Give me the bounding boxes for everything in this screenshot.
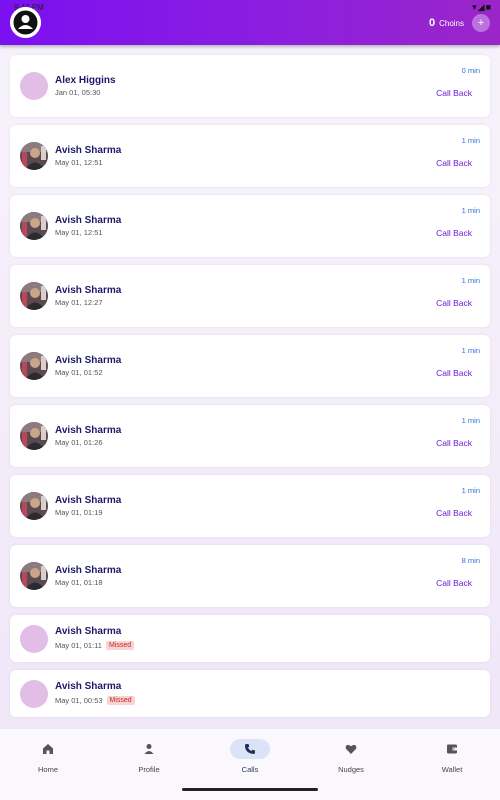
coins-balance: 0 Choins + (429, 13, 490, 33)
caller-name: Avish Sharma (55, 565, 122, 576)
call-duration: 1 min (461, 416, 480, 425)
call-duration: 1 min (461, 276, 480, 285)
call-timestamp: May 01, 01:26 (55, 438, 103, 447)
call-timestamp: May 01, 12:27 (55, 298, 103, 307)
call-back-button[interactable]: Call Back (436, 298, 472, 308)
call-card[interactable]: Avish Sharma May 01, 01:26 1 min Call Back (10, 405, 490, 467)
call-card[interactable]: Avish Sharma May 01, 01:19 1 min Call Back (10, 475, 490, 537)
call-card[interactable]: Avish Sharma May 01, 12:27 1 min Call Back (10, 265, 490, 327)
call-timestamp-row: May 01, 12:51 (55, 228, 103, 237)
home-icon (28, 739, 68, 759)
caller-avatar (20, 72, 48, 100)
nav-label-wallet: Wallet (441, 765, 463, 774)
coins-label: Choins (439, 18, 464, 28)
heart-icon (331, 739, 371, 759)
caller-name: Avish Sharma (55, 355, 122, 366)
wallet-icon (432, 739, 472, 759)
person-icon (129, 739, 169, 759)
call-timestamp: Jan 01, 05:30 (55, 88, 101, 97)
coins-count: 0 (428, 17, 436, 29)
home-indicator (182, 788, 318, 791)
nav-item-wallet[interactable]: Wallet (402, 739, 500, 779)
nav-label-home: Home (37, 765, 58, 774)
call-card[interactable]: Avish Sharma May 01, 01:52 1 min Call Back (10, 335, 490, 397)
call-timestamp-row: May 01, 12:51 (55, 158, 103, 167)
call-duration: 1 min (461, 486, 480, 495)
call-duration: 8 min (461, 556, 480, 565)
call-duration: 0 min (461, 66, 480, 75)
caller-avatar (20, 680, 48, 708)
call-timestamp-row: May 01, 00:53 Missed (55, 696, 135, 705)
status-icons: ▾◢■ (472, 2, 492, 12)
nav-item-home[interactable]: Home (0, 739, 98, 779)
caller-name: Avish Sharma (55, 495, 122, 506)
call-card[interactable]: Alex Higgins Jan 01, 05:30 0 min Call Back (10, 55, 490, 117)
call-back-button[interactable]: Call Back (436, 508, 472, 518)
call-duration: 1 min (461, 346, 480, 355)
call-back-button[interactable]: Call Back (436, 88, 472, 98)
call-card[interactable]: Avish Sharma May 01, 00:53 Missed (10, 670, 490, 717)
call-timestamp: May 01, 01:19 (55, 508, 103, 517)
call-card[interactable]: Avish Sharma May 01, 12:51 1 min Call Back (10, 195, 490, 257)
call-timestamp: May 01, 00:53 (55, 696, 103, 705)
caller-name: Avish Sharma (55, 215, 122, 226)
caller-name: Avish Sharma (55, 145, 122, 156)
nav-item-nudges[interactable]: Nudges (301, 739, 401, 779)
profile-avatar-button[interactable] (10, 7, 41, 38)
nav-item-profile[interactable]: Profile (99, 739, 199, 779)
call-card[interactable]: Avish Sharma May 01, 01:11 Missed (10, 615, 490, 662)
caller-avatar (20, 562, 48, 590)
phone-icon (230, 739, 270, 759)
missed-badge: Missed (106, 696, 135, 705)
caller-name: Alex Higgins (55, 75, 116, 86)
nav-label-calls: Calls (241, 765, 259, 774)
caller-avatar (20, 352, 48, 380)
call-back-button[interactable]: Call Back (436, 228, 472, 238)
caller-avatar (20, 492, 48, 520)
caller-name: Avish Sharma (55, 425, 122, 436)
call-timestamp: May 01, 01:18 (55, 578, 103, 587)
call-timestamp-row: Jan 01, 05:30 (55, 88, 100, 97)
call-back-button[interactable]: Call Back (436, 438, 472, 448)
app-header: 9:47 PM ▾◢■ 0 Choins + (0, 0, 500, 45)
caller-avatar (20, 142, 48, 170)
call-back-button[interactable]: Call Back (436, 578, 472, 588)
nav-item-calls[interactable]: Calls (200, 739, 300, 779)
call-back-button[interactable]: Call Back (436, 158, 472, 168)
nav-label-profile: Profile (138, 765, 160, 774)
caller-name: Avish Sharma (55, 626, 122, 637)
caller-avatar (20, 625, 48, 653)
call-timestamp-row: May 01, 01:19 (55, 508, 103, 517)
call-timestamp: May 01, 12:51 (55, 158, 103, 167)
caller-avatar (20, 422, 48, 450)
caller-avatar (20, 212, 48, 240)
nav-label-nudges: Nudges (338, 765, 364, 774)
call-duration: 1 min (461, 206, 480, 215)
caller-avatar (20, 282, 48, 310)
call-timestamp-row: May 01, 01:18 (55, 578, 103, 587)
caller-name: Avish Sharma (55, 681, 122, 692)
call-card[interactable]: Avish Sharma May 01, 01:18 8 min Call Back (10, 545, 490, 607)
call-back-button[interactable]: Call Back (436, 368, 472, 378)
call-timestamp: May 01, 01:11 (55, 641, 102, 650)
call-timestamp: May 01, 01:52 (55, 368, 103, 377)
call-timestamp: May 01, 12:51 (55, 228, 103, 237)
call-card[interactable]: Avish Sharma May 01, 12:51 1 min Call Back (10, 125, 490, 187)
call-timestamp-row: May 01, 12:27 (55, 298, 103, 307)
missed-badge: Missed (105, 641, 135, 650)
call-timestamp-row: May 01, 01:52 (55, 368, 103, 377)
add-coins-button[interactable]: + (472, 14, 490, 32)
call-timestamp-row: May 01, 01:26 (55, 438, 103, 447)
call-duration: 1 min (461, 136, 480, 145)
call-timestamp-row: May 01, 01:11 Missed (55, 641, 135, 650)
caller-name: Avish Sharma (55, 285, 122, 296)
person-icon (10, 7, 41, 38)
